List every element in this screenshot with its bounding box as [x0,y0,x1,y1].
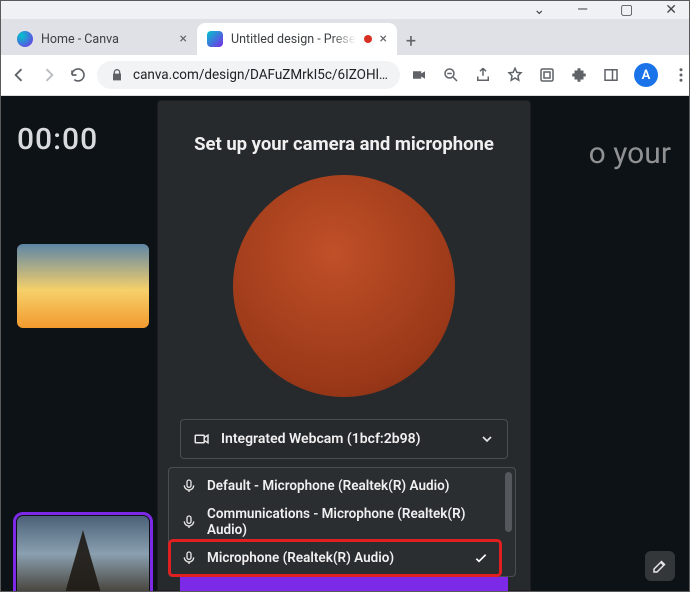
camera-select[interactable]: Integrated Webcam (1bcf:2b98) [180,419,508,459]
kebab-menu-icon[interactable] [672,66,690,84]
edit-notes-button[interactable] [645,551,675,581]
mic-option-label: Communications - Microphone (Realtek(R) … [207,506,489,538]
camera-preview-circle [233,175,455,397]
canva-app-area: 00:00 o your Set up your camera and micr… [1,96,689,591]
background-slide-text: o your [589,136,671,171]
tab-title: Home - Canva [41,32,172,47]
slide-thumbnail-1[interactable] [17,244,149,328]
zoom-icon[interactable] [442,66,460,84]
recording-timer: 00:00 [17,122,98,157]
browser-toolbar: canva.com/design/DAFuZMrkI5c/6IZOHl… [1,55,689,96]
window-titlebar: ⌄ — ▢ ✕ [1,1,689,19]
tab-close-icon[interactable]: × [380,32,387,46]
install-app-icon[interactable] [538,66,556,84]
window-minimize-icon[interactable]: — [577,3,588,17]
mic-option-realtek-selected[interactable]: Microphone (Realtek(R) Audio) [169,540,501,576]
camera-icon [193,430,211,448]
window-expand-icon[interactable]: ⌄ [533,3,545,17]
tab-title: Untitled design - Presen [231,32,356,47]
canva-favicon-icon [17,31,33,47]
tab-untitled-design[interactable]: Untitled design - Presen × [197,23,397,55]
tab-close-icon[interactable]: × [180,32,187,46]
share-icon[interactable] [474,66,492,84]
bookmark-star-icon[interactable] [506,66,524,84]
camera-permission-icon[interactable] [410,66,428,84]
camera-select-label: Integrated Webcam (1bcf:2b98) [221,431,421,447]
reload-button[interactable] [69,65,87,85]
microphone-icon [181,514,197,530]
browser-window: ⌄ — ▢ ✕ Home - Canva × Untitled design -… [0,0,690,592]
mic-option-label: Microphone (Realtek(R) Audio) [207,550,394,566]
canva-doc-favicon-icon [207,31,223,47]
microphone-dropdown-panel: Default - Microphone (Realtek(R) Audio) … [168,467,516,577]
microphone-icon [181,550,197,566]
mic-option-communications[interactable]: Communications - Microphone (Realtek(R) … [169,504,501,540]
tab-strip: Home - Canva × Untitled design - Presen … [1,19,689,55]
recording-indicator-icon [364,35,372,43]
lock-icon [109,67,125,83]
microphone-icon [181,478,197,494]
mic-option-default[interactable]: Default - Microphone (Realtek(R) Audio) [169,468,501,504]
tab-home-canva[interactable]: Home - Canva × [7,23,197,55]
mic-option-label: Default - Microphone (Realtek(R) Audio) [207,478,449,494]
side-panel-icon[interactable] [602,66,620,84]
forward-button[interactable] [39,65,59,85]
extensions-icon[interactable] [570,66,588,84]
check-icon [473,550,489,566]
back-button[interactable] [9,65,29,85]
address-bar[interactable]: canva.com/design/DAFuZMrkI5c/6IZOHl… [97,61,400,89]
camera-mic-setup-modal: Set up your camera and microphone Integr… [157,100,531,591]
dropdown-scrollbar[interactable] [505,472,512,532]
modal-title: Set up your camera and microphone [194,133,494,155]
profile-avatar[interactable]: A [634,63,658,87]
url-text: canva.com/design/DAFuZMrkI5c/6IZOHl… [133,67,388,83]
window-close-icon[interactable]: ✕ [665,3,677,17]
slide-thumbnail-2-selected[interactable] [17,516,149,591]
new-tab-button[interactable]: + [397,27,425,55]
chevron-down-icon [479,431,495,447]
window-maximize-icon[interactable]: ▢ [620,3,633,17]
